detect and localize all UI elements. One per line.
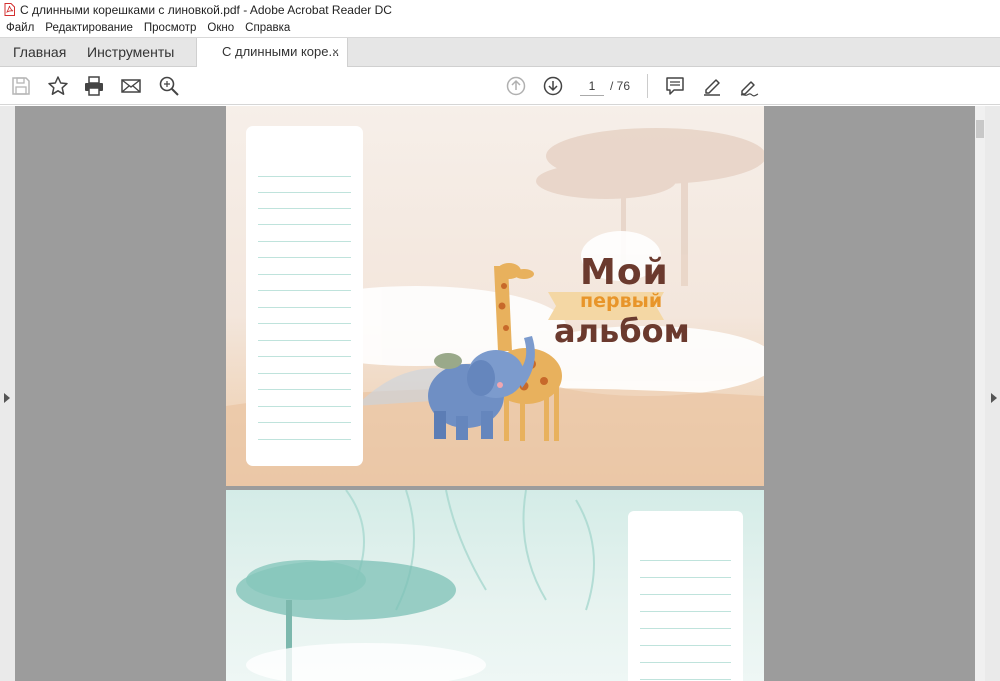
menu-window[interactable]: Окно <box>207 22 234 34</box>
ruled-line <box>640 560 731 561</box>
ruled-line <box>258 290 351 291</box>
ruled-line <box>258 389 351 390</box>
pdf-page-1: Мой первый альбом <box>226 106 764 486</box>
album-title-line2: первый <box>580 290 663 312</box>
printer-icon[interactable] <box>83 75 105 97</box>
ruled-line <box>640 594 731 595</box>
ruled-line <box>258 340 351 341</box>
expand-right-icon[interactable] <box>991 393 997 403</box>
zoom-search-icon[interactable] <box>158 75 180 97</box>
pdf-file-icon <box>4 3 15 16</box>
vertical-scrollbar[interactable] <box>975 106 985 681</box>
ruled-line <box>640 645 731 646</box>
window-titlebar: С длинными корешками с линовкой.pdf - Ad… <box>0 0 1000 19</box>
menu-bar: Файл Редактирование Просмотр Окно Справк… <box>0 19 1000 37</box>
ruled-line <box>258 307 351 308</box>
ruled-line <box>258 323 351 324</box>
menu-file[interactable]: Файл <box>6 22 34 34</box>
menu-help[interactable]: Справка <box>245 22 290 34</box>
save-icon[interactable] <box>10 75 32 97</box>
ruled-line <box>258 356 351 357</box>
scrollbar-thumb[interactable] <box>976 120 984 138</box>
expand-left-icon[interactable] <box>4 393 10 403</box>
window-title: С длинными корешками с линовкой.pdf - Ad… <box>20 2 392 17</box>
label-card-page2 <box>628 511 743 681</box>
tab-bar: Главная Инструменты С длинными коре... × <box>0 37 1000 68</box>
star-icon[interactable] <box>47 75 69 97</box>
pdf-page-2 <box>226 490 764 681</box>
page-total: / 76 <box>610 79 631 93</box>
ruled-line <box>258 422 351 423</box>
arrow-up-icon[interactable] <box>505 75 527 97</box>
tab-document-label: С длинными коре... <box>222 44 340 59</box>
pen-icon[interactable] <box>701 75 723 97</box>
ruled-line <box>640 611 731 612</box>
ruled-line <box>258 439 351 440</box>
ruled-line <box>640 679 731 680</box>
album-title-line1: Мой <box>580 252 669 293</box>
ruled-line <box>640 662 731 663</box>
arrow-down-icon[interactable] <box>542 75 564 97</box>
ruled-line <box>640 628 731 629</box>
label-card-page1 <box>246 126 363 466</box>
ruled-line <box>258 176 351 177</box>
album-title-line3: альбом <box>554 312 690 350</box>
ruled-line <box>258 257 351 258</box>
ruled-line <box>258 373 351 374</box>
ruled-line <box>258 224 351 225</box>
ruled-line <box>258 274 351 275</box>
ruled-line <box>258 241 351 242</box>
ruled-line <box>258 192 351 193</box>
tab-home[interactable]: Главная <box>13 38 66 67</box>
toolbar: 1 / 76 <box>0 67 1000 105</box>
tab-document[interactable]: С длинными коре... × <box>196 38 348 68</box>
ruled-line <box>640 577 731 578</box>
toolbar-divider <box>647 74 648 98</box>
comment-icon[interactable] <box>664 75 686 97</box>
tab-tools[interactable]: Инструменты <box>87 38 174 67</box>
signature-icon[interactable] <box>738 75 760 97</box>
page-number-input[interactable]: 1 <box>580 76 604 96</box>
ruled-line <box>258 208 351 209</box>
mail-icon[interactable] <box>120 75 142 97</box>
ruled-line <box>258 406 351 407</box>
close-tab-icon[interactable]: × <box>332 38 339 66</box>
menu-view[interactable]: Просмотр <box>144 22 197 34</box>
menu-edit[interactable]: Редактирование <box>45 22 133 34</box>
